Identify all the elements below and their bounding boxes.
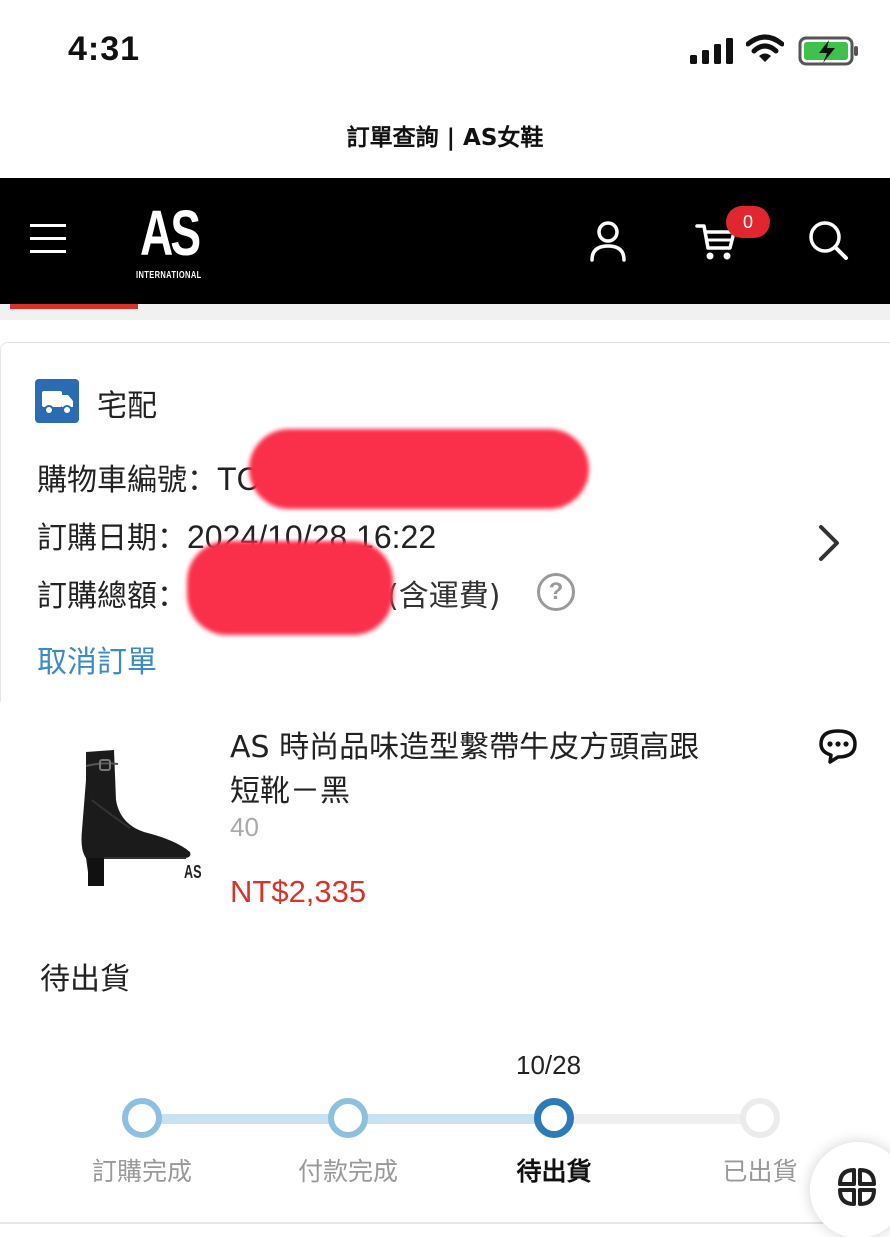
logo-text: AS <box>140 197 201 269</box>
user-icon[interactable] <box>586 218 630 262</box>
product-price: NT$2,335 <box>230 874 367 909</box>
page-title: 訂單查詢 | AS女鞋 <box>346 125 544 151</box>
step-dot-paid <box>328 1098 368 1138</box>
shipping-included-note: (含運費) <box>387 579 501 614</box>
product-name[interactable]: AS 時尚品味造型繫帶牛皮方頭高跟短靴－黑 <box>230 726 710 814</box>
step-label-paid: 付款完成 <box>297 1157 398 1186</box>
status-icons <box>690 34 870 70</box>
step-dot-awaiting-shipment <box>534 1098 574 1138</box>
cart-count-badge: 0 <box>726 206 770 238</box>
redaction-mark <box>187 541 393 635</box>
active-tab-indicator <box>10 304 138 309</box>
divider <box>0 1222 890 1224</box>
product-item[interactable]: AS 時尚品味造型繫帶牛皮方頭高跟短靴－黑 40 NT$2,335 <box>0 710 890 920</box>
site-header: AS INTERNATIONAL <box>0 178 890 304</box>
order-total-label: 訂購總額： <box>37 579 187 614</box>
chat-icon[interactable] <box>818 728 858 764</box>
redaction-mark <box>249 429 589 509</box>
status-bar: 4:31 <box>0 0 890 100</box>
menu-icon[interactable] <box>30 224 68 258</box>
step-label-ordered: 訂購完成 <box>91 1157 192 1186</box>
signal-icon <box>690 38 733 64</box>
cart-number-label: 購物車編號： <box>37 463 217 498</box>
cart-number-row: 購物車編號：TC <box>37 455 260 499</box>
product-image-brand: AS <box>184 862 202 882</box>
wifi-icon <box>746 34 784 62</box>
product-size: 40 <box>230 812 259 842</box>
floating-apps-button[interactable] <box>810 1142 890 1237</box>
chevron-right-icon[interactable] <box>815 521 845 565</box>
site-logo[interactable]: AS INTERNATIONAL <box>134 197 214 288</box>
logo-subtext: INTERNATIONAL <box>136 270 202 281</box>
order-status-label: 待出貨 <box>40 962 130 997</box>
battery-charging-icon <box>798 36 858 66</box>
step-label-awaiting-shipment: 待出貨 <box>516 1157 592 1186</box>
order-card[interactable]: 宅配 購物車編號：TC 訂購日期：2024/10/28 16:22 訂購總額： … <box>0 342 890 702</box>
order-total-row: 訂購總額： <box>37 571 187 615</box>
order-date-label: 訂購日期： <box>37 521 187 556</box>
status-time: 4:31 <box>68 30 141 68</box>
current-step-date: 10/28 <box>516 1050 582 1080</box>
truck-icon <box>35 379 79 423</box>
progress-track-remaining <box>554 1114 760 1124</box>
delivery-label: 宅配 <box>97 389 157 424</box>
search-icon[interactable] <box>806 218 850 262</box>
apps-icon <box>838 1168 876 1206</box>
help-icon[interactable]: ? <box>537 573 575 611</box>
step-dot-shipped <box>740 1098 780 1138</box>
step-dot-ordered <box>122 1098 162 1138</box>
cancel-order-link[interactable]: 取消訂單 <box>37 637 157 681</box>
